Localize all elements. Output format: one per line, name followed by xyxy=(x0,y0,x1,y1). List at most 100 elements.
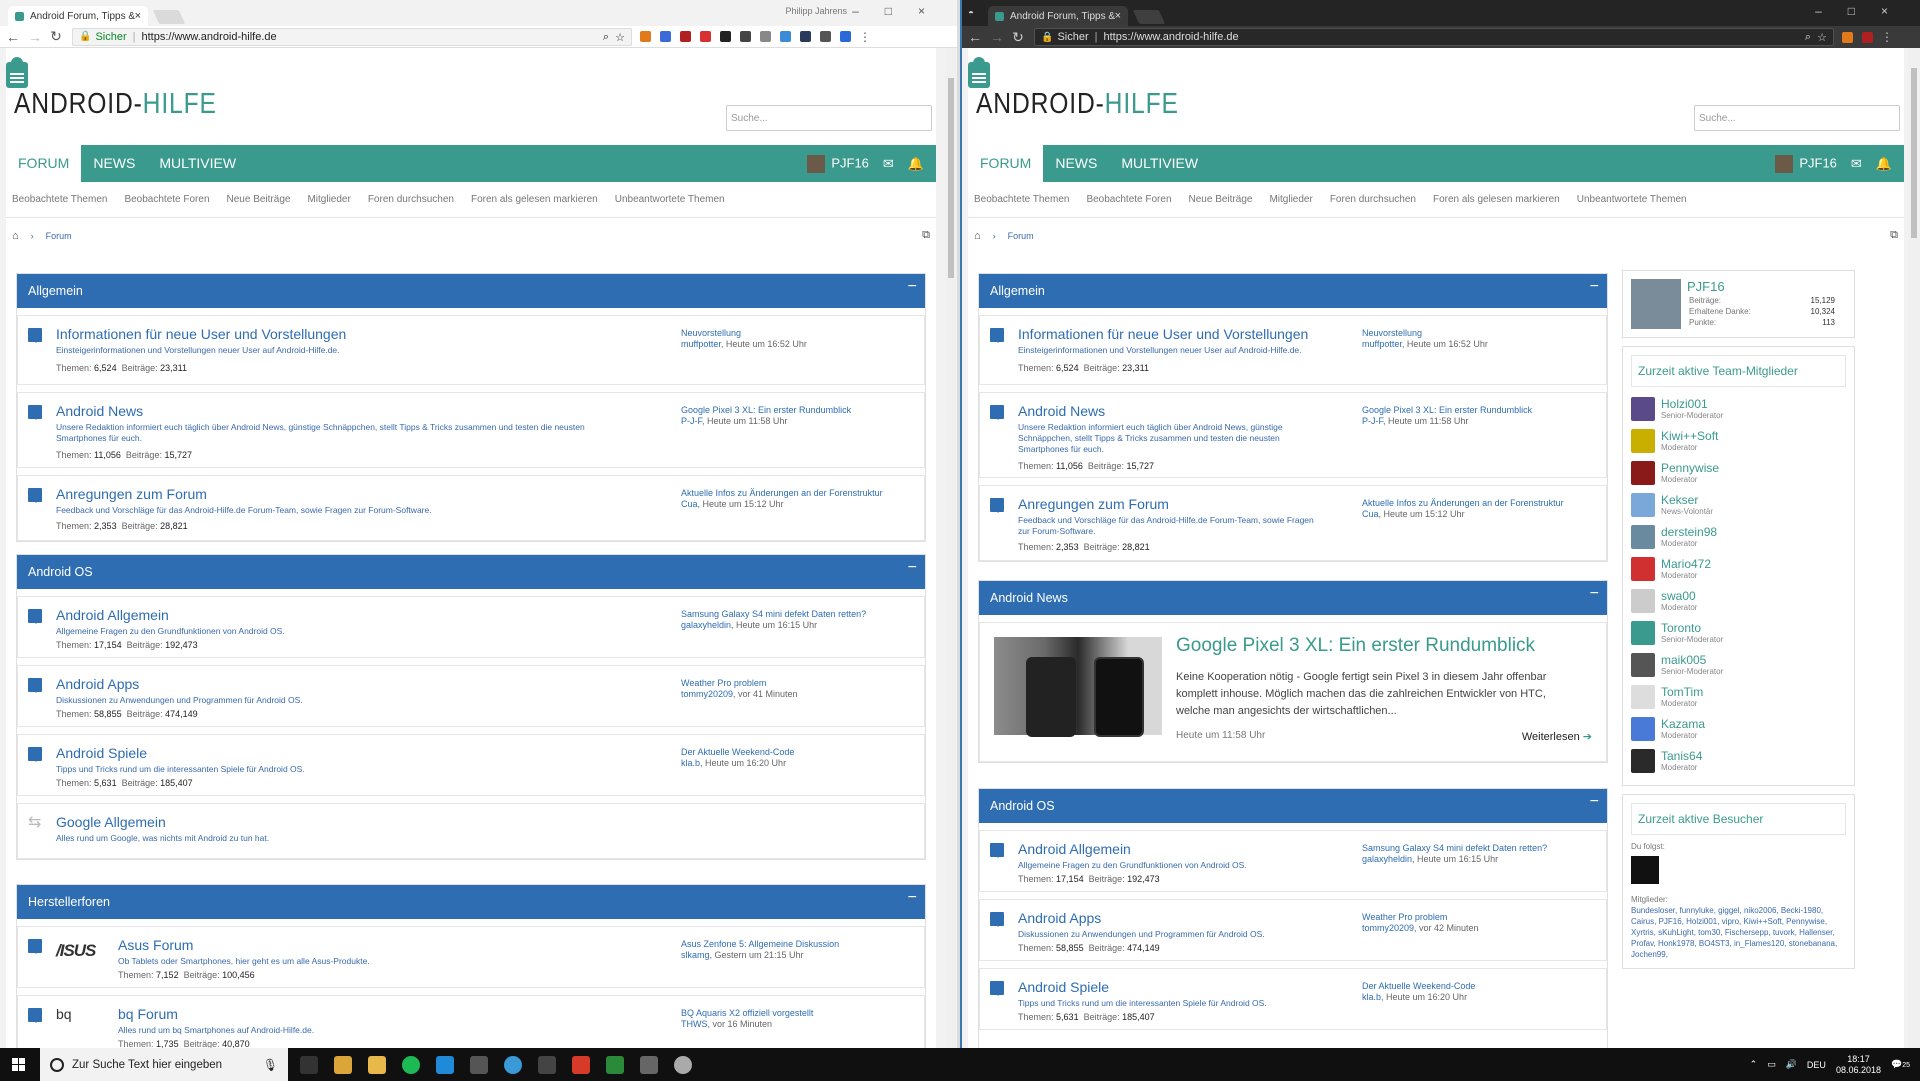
extension-icon[interactable] xyxy=(700,31,711,42)
browser-tab[interactable]: Android Forum, Tipps & × xyxy=(988,6,1128,26)
member-name[interactable]: Tanis64 xyxy=(1661,750,1702,763)
avatar[interactable] xyxy=(1631,685,1655,709)
bookmark-star-icon[interactable]: ☆ xyxy=(1817,31,1827,44)
chevron-up-icon[interactable]: ⌃ xyxy=(1750,1059,1758,1070)
forum-node[interactable]: Informationen für neue User und Vorstell… xyxy=(17,315,925,385)
avatar[interactable] xyxy=(1631,856,1659,884)
extension-icon[interactable] xyxy=(660,31,671,42)
nav-tab-forum[interactable]: FORUM xyxy=(6,145,82,182)
collapse-icon[interactable]: − xyxy=(1590,793,1599,811)
forum-node[interactable]: Anregungen zum Forum Feedback und Vorsch… xyxy=(17,475,925,541)
extension-icon[interactable] xyxy=(840,31,851,42)
address-bar[interactable]: 🔒 Sicher | https://www.android-hilfe.de … xyxy=(1034,28,1834,46)
app-icon[interactable] xyxy=(674,1055,692,1074)
notification-icon[interactable]: 💬25 xyxy=(1891,1059,1910,1070)
collapse-icon[interactable]: − xyxy=(908,278,917,296)
team-member[interactable]: Pennywise Moderator xyxy=(1631,457,1846,489)
member-name[interactable]: Toronto xyxy=(1661,622,1723,635)
subnav-search-forums[interactable]: Foren durchsuchen xyxy=(368,194,454,205)
forum-node[interactable]: Anregungen zum Forum Feedback und Vorsch… xyxy=(979,485,1607,561)
member-name[interactable]: Mario472 xyxy=(1661,558,1711,571)
avatar[interactable] xyxy=(1631,621,1655,645)
forum-title[interactable]: Android News xyxy=(1018,403,1105,419)
category-header[interactable]: Android News − xyxy=(979,581,1607,615)
profile-name[interactable]: PJF16 xyxy=(1687,279,1837,294)
category-header[interactable]: Android OS − xyxy=(17,555,925,589)
members-list[interactable]: Bundesloser, funnyluke, giggel, niko2006… xyxy=(1631,905,1846,960)
extension-icon[interactable] xyxy=(640,31,651,42)
forum-node[interactable]: Android Allgemein Allgemeine Fragen zu d… xyxy=(979,830,1607,892)
forum-title[interactable]: Google Allgemein xyxy=(56,814,166,830)
app-icon[interactable] xyxy=(470,1055,488,1074)
mail-icon[interactable]: ✉ xyxy=(883,156,894,172)
mic-icon[interactable]: 🎙 xyxy=(263,1058,278,1072)
avatar[interactable] xyxy=(1631,525,1655,549)
last-post[interactable]: Google Pixel 3 XL: Ein erster Rundumblic… xyxy=(1362,405,1602,427)
subnav-new-posts[interactable]: Neue Beiträge xyxy=(1189,194,1253,205)
bookmark-star-icon[interactable]: ☆ xyxy=(615,31,625,44)
avatar[interactable] xyxy=(1631,557,1655,581)
news-article[interactable]: Google Pixel 3 XL: Ein erster Rundumblic… xyxy=(979,622,1607,762)
spotify-icon[interactable] xyxy=(402,1055,420,1074)
team-member[interactable]: derstein98 Moderator xyxy=(1631,521,1846,553)
category-header[interactable]: Android OS − xyxy=(979,789,1607,823)
scrollbar[interactable] xyxy=(1908,48,1920,1048)
article-image[interactable] xyxy=(994,637,1162,737)
last-post[interactable]: Aktuelle Infos zu Änderungen an der Fore… xyxy=(681,488,901,510)
nav-tab-forum[interactable]: FORUM xyxy=(968,145,1044,182)
zoom-icon[interactable]: ⌕ xyxy=(603,31,609,44)
forum-node[interactable]: Android News Unsere Redaktion informiert… xyxy=(17,392,925,468)
subnav-watched-threads[interactable]: Beobachtete Themen xyxy=(974,194,1069,205)
close-tab-icon[interactable]: × xyxy=(1115,10,1121,22)
forum-node[interactable]: Android Apps Diskussionen zu Anwendungen… xyxy=(17,665,925,727)
last-post[interactable]: Samsung Galaxy S4 mini defekt Daten rett… xyxy=(1362,843,1602,865)
sitemap-icon[interactable]: ⧉ xyxy=(1890,229,1898,242)
forum-node[interactable]: Android Allgemein Allgemeine Fragen zu d… xyxy=(17,596,925,658)
member-name[interactable]: Kazama xyxy=(1661,718,1705,731)
volume-icon[interactable]: 🔊 xyxy=(1786,1059,1797,1070)
member-name[interactable]: maik005 xyxy=(1661,654,1723,667)
category-header[interactable]: Allgemein − xyxy=(979,274,1607,308)
subnav-watched-forums[interactable]: Beobachtete Foren xyxy=(1086,194,1171,205)
last-post[interactable]: Der Aktuelle Weekend-Code kla.b, Heute um… xyxy=(1362,981,1602,1003)
last-post[interactable]: BQ Aquaris X2 offiziell vorgestellt THWS,… xyxy=(681,1008,901,1030)
subnav-members[interactable]: Mitglieder xyxy=(1269,194,1312,205)
last-post[interactable]: Asus Zenfone 5: Allgemeine Diskussion slk… xyxy=(681,939,901,961)
avatar[interactable] xyxy=(1631,279,1681,329)
taskbar-search[interactable]: Zur Suche Text hier eingeben 🎙 xyxy=(40,1048,288,1081)
team-member[interactable]: swa00 Moderator xyxy=(1631,585,1846,617)
forum-title[interactable]: Android Spiele xyxy=(56,745,147,761)
nav-tab-multiview[interactable]: MULTIVIEW xyxy=(147,145,248,182)
extension-icon[interactable] xyxy=(760,31,771,42)
subnav-mark-read[interactable]: Foren als gelesen markieren xyxy=(471,194,598,205)
avatar[interactable] xyxy=(1631,397,1655,421)
subnav-mark-read[interactable]: Foren als gelesen markieren xyxy=(1433,194,1560,205)
avatar[interactable] xyxy=(1631,493,1655,517)
back-icon[interactable]: ← xyxy=(6,29,20,45)
subnav-unanswered[interactable]: Unbeantwortete Themen xyxy=(615,194,725,205)
team-member[interactable]: TomTim Moderator xyxy=(1631,681,1846,713)
nav-tab-multiview[interactable]: MULTIVIEW xyxy=(1109,145,1210,182)
extension-icon[interactable] xyxy=(680,31,691,42)
team-member[interactable]: Holzi001 Senior-Moderator xyxy=(1631,393,1846,425)
forum-node[interactable]: ⇆ Google Allgemein Alles rund um Google,… xyxy=(17,803,925,859)
app-icon[interactable] xyxy=(504,1055,522,1074)
team-member[interactable]: Tanis64 Moderator xyxy=(1631,745,1846,777)
member-name[interactable]: swa00 xyxy=(1661,590,1697,603)
subnav-new-posts[interactable]: Neue Beiträge xyxy=(227,194,291,205)
new-tab-button[interactable] xyxy=(152,10,186,24)
user-menu[interactable]: PJF16 xyxy=(807,154,869,173)
last-post[interactable]: Weather Pro problem tommy20209, vor 41 Mi… xyxy=(681,678,901,700)
forum-title[interactable]: Android Allgemein xyxy=(56,607,169,623)
forum-title[interactable]: Android Apps xyxy=(56,676,139,692)
site-logo[interactable]: ANDROID-HILFE xyxy=(976,88,1179,121)
browser-tab[interactable]: Android Forum, Tipps & × xyxy=(8,6,148,26)
home-icon[interactable]: ⌂ xyxy=(974,230,981,242)
browser-menu-icon[interactable]: ⋮ xyxy=(859,30,871,44)
app-icon[interactable] xyxy=(538,1055,556,1074)
address-bar[interactable]: 🔒 Sicher | https://www.android-hilfe.de … xyxy=(72,27,632,46)
close-tab-icon[interactable]: × xyxy=(135,10,141,22)
team-member[interactable]: Toronto Senior-Moderator xyxy=(1631,617,1846,649)
search-input[interactable]: Suche... xyxy=(1694,105,1900,131)
collapse-icon[interactable]: − xyxy=(908,559,917,577)
